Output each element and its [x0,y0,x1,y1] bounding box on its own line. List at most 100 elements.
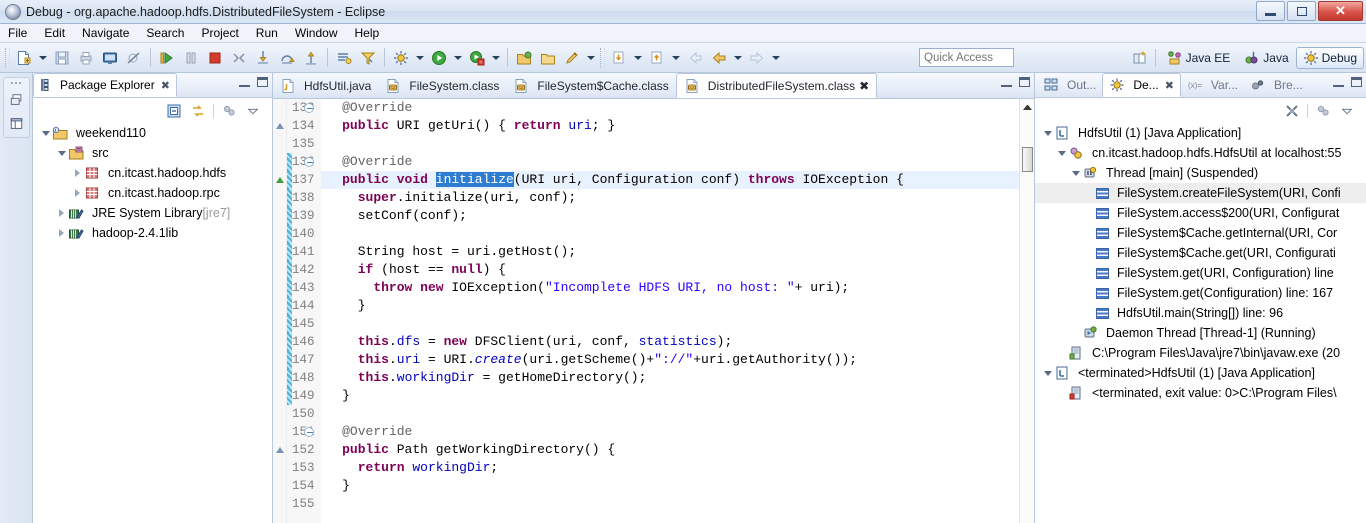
menu-help[interactable]: Help [355,26,380,40]
expand-twisty-icon[interactable] [71,163,84,183]
code-line[interactable]: this.uri = URI.create(uri.getScheme()+":… [321,351,1019,369]
new-wizard-button[interactable] [13,47,35,69]
code-line[interactable]: } [321,387,1019,405]
collapse-twisty-icon[interactable] [39,123,52,143]
remove-all-terminated-button[interactable] [1283,102,1301,120]
skip-breakpoints-button[interactable] [123,47,145,69]
code-line[interactable]: if (host == null) { [321,261,1019,279]
code-line[interactable]: @Override [321,423,1019,441]
backward-history-button[interactable] [708,47,730,69]
overview-marker[interactable] [1023,105,1032,110]
quick-access-input[interactable] [919,48,1014,67]
show-whitespace-button[interactable] [333,47,355,69]
collapse-all-button[interactable] [165,102,183,120]
debug-tree-item[interactable]: <terminated, exit value: 0>C:\Program Fi… [1035,383,1366,403]
debug-tree-item[interactable]: C:\Program Files\Java\jre7\bin\javaw.exe… [1035,343,1366,363]
previous-annotation-dropdown-icon[interactable] [634,55,642,60]
maximize-view-button[interactable] [257,77,268,87]
scrollbar-thumb[interactable] [1022,147,1033,172]
expand-twisty-icon[interactable] [71,183,84,203]
debug-dropdown-icon[interactable] [416,55,424,60]
run-dropdown-icon[interactable] [454,55,462,60]
toolbar-grip[interactable] [5,47,10,68]
minimize-debug-view-button[interactable] [1333,78,1344,87]
new-wizard-dropdown-icon[interactable] [39,55,47,60]
menu-file[interactable]: File [8,26,27,40]
tab-package-explorer[interactable]: Package Explorer ✖ [33,73,177,97]
stack-frame-row[interactable]: HdfsUtil.main(String[]) line: 96 [1035,303,1366,323]
code-line[interactable]: throw new IOException("Incomplete HDFS U… [321,279,1019,297]
new-java-package-button[interactable] [513,47,535,69]
stack-frame-row[interactable]: FileSystem.get(URI, Configuration) line [1035,263,1366,283]
stack-frame-row[interactable]: FileSystem$Cache.get(URI, Configurati [1035,243,1366,263]
restore-button[interactable] [1287,1,1316,21]
package-explorer-fastview-button[interactable] [6,114,27,133]
external-tools-dropdown-icon[interactable] [492,55,500,60]
debug-tree-item[interactable]: HdfsUtil (1) [Java Application] [1035,123,1366,143]
collapse-twisty-icon[interactable] [1041,123,1054,143]
menu-run[interactable]: Run [256,26,278,40]
tree-item[interactable]: cn.itcast.hadoop.rpc [33,183,272,203]
next-annotation-dropdown-icon[interactable] [672,55,680,60]
perspective-debug[interactable]: Debug [1295,47,1364,69]
expand-twisty-icon[interactable] [55,203,68,223]
debug-tree-item[interactable]: Daemon Thread [Thread-1] (Running) [1035,323,1366,343]
minimize-view-button[interactable] [239,78,250,87]
code-line[interactable] [321,315,1019,333]
forward-dropdown-icon[interactable] [772,55,780,60]
editor-tab[interactable]: HdfsUtil.java [273,73,378,98]
stack-frame-row[interactable]: FileSystem.createFileSystem(URI, Confi [1035,183,1366,203]
debug-tree-item[interactable]: cn.itcast.hadoop.hdfs.HdfsUtil at localh… [1035,143,1366,163]
code-line[interactable]: } [321,297,1019,315]
code-line[interactable]: setConf(conf); [321,207,1019,225]
editor-tab[interactable]: 010 FileSystem$Cache.class [506,73,675,98]
collapse-twisty-icon[interactable] [1055,143,1068,163]
back-button[interactable] [684,47,706,69]
code-line[interactable]: public URI getUri() { return uri; } [321,117,1019,135]
link-with-editor-button[interactable] [189,102,207,120]
stack-frame-row[interactable]: FileSystem.access$200(URI, Configurat [1035,203,1366,223]
perspective-java[interactable]: Java [1237,47,1295,69]
minimize-button[interactable] [1256,1,1285,21]
restore-view-button[interactable] [6,90,27,109]
code-line[interactable]: this.dfs = new DFSClient(uri, conf, stat… [321,333,1019,351]
fast-view-grip[interactable] [9,81,23,85]
fold-collapse-icon[interactable] [303,157,314,167]
menu-window[interactable]: Window [295,26,338,40]
close-icon[interactable]: ✖ [859,79,869,93]
step-return-button[interactable] [300,47,322,69]
run-button[interactable] [428,47,450,69]
stack-frame-row[interactable]: FileSystem.get(Configuration) line: 167 [1035,283,1366,303]
validate-button[interactable] [357,47,379,69]
toolbar-grip-2[interactable] [600,47,605,68]
next-annotation-button[interactable] [646,47,668,69]
code-line[interactable]: String host = uri.getHost(); [321,243,1019,261]
collapse-twisty-icon[interactable] [1069,163,1082,183]
editor-tab[interactable]: 010 DistributedFileSystem.class ✖ [675,73,878,98]
debug-panel-tab[interactable]: Bre... [1244,73,1309,97]
maximize-debug-view-button[interactable] [1351,77,1362,87]
code-text[interactable]: @Override public URI getUri() { return u… [320,99,1019,523]
code-line[interactable]: super.initialize(uri, conf); [321,189,1019,207]
disconnect-button[interactable] [228,47,250,69]
fold-collapse-icon[interactable] [303,103,314,113]
code-line[interactable]: @Override [321,153,1019,171]
close-icon[interactable]: ✖ [1165,79,1174,92]
collapse-twisty-icon[interactable] [1041,363,1054,383]
resume-button[interactable] [156,47,178,69]
view-menu-button[interactable] [244,102,262,120]
step-into-button[interactable] [252,47,274,69]
editor-tab[interactable]: 010 FileSystem.class [378,73,506,98]
menu-navigate[interactable]: Navigate [82,26,129,40]
code-line[interactable]: @Override [321,99,1019,117]
tree-item[interactable]: hadoop-2.4.1lib [33,223,272,243]
code-line[interactable]: public void initialize(URI uri, Configur… [320,171,1019,189]
tree-item[interactable]: cn.itcast.hadoop.hdfs [33,163,272,183]
terminate-button[interactable] [204,47,226,69]
run-external-tools-button[interactable] [466,47,488,69]
print-button[interactable] [75,47,97,69]
code-line[interactable] [321,225,1019,243]
backward-dropdown-icon[interactable] [734,55,742,60]
close-icon[interactable]: ✖ [161,79,170,92]
debug-view-focus-button[interactable] [1314,102,1332,120]
